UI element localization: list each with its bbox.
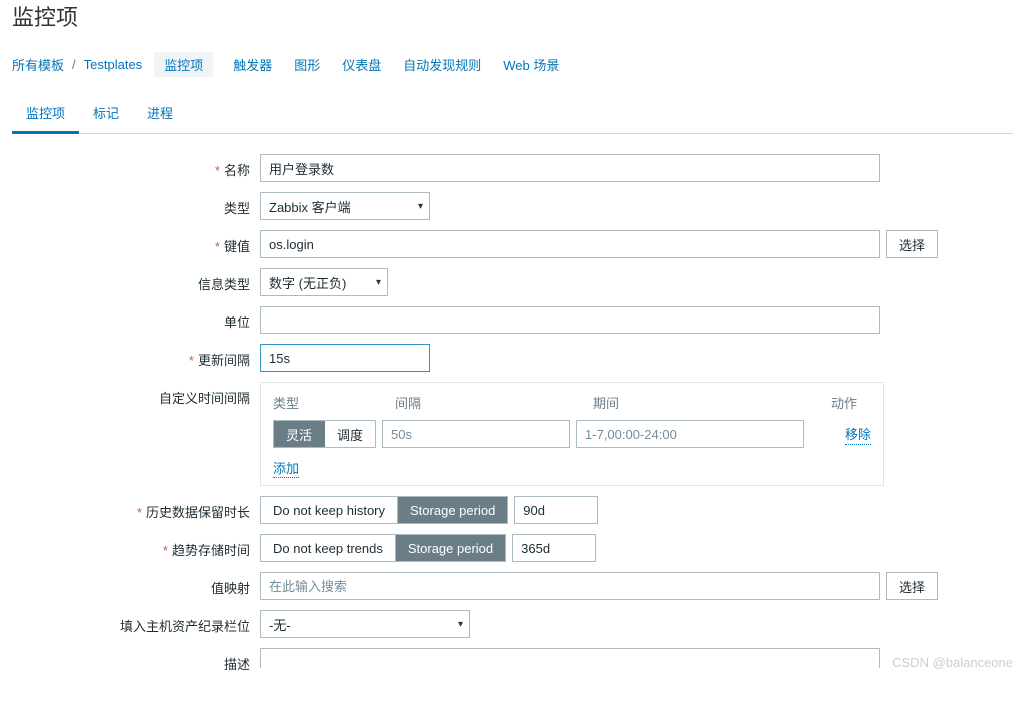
update-interval-input[interactable] (260, 344, 430, 372)
label-units: 单位 (12, 306, 260, 331)
trends-segment: Do not keep trends Storage period (260, 534, 506, 562)
label-name: *名称 (12, 154, 260, 179)
history-segment: Do not keep history Storage period (260, 496, 508, 524)
label-trends: *趋势存储时间 (12, 534, 260, 559)
history-value-input[interactable] (514, 496, 598, 524)
key-input[interactable] (260, 230, 880, 258)
breadcrumb-link-web[interactable]: Web 场景 (503, 55, 559, 74)
custom-head-interval: 间隔 (395, 393, 593, 412)
segment-flexible[interactable]: 灵活 (274, 421, 325, 447)
description-input[interactable] (260, 648, 880, 668)
breadcrumb-link-dashboards[interactable]: 仪表盘 (342, 55, 381, 74)
trends-value-input[interactable] (512, 534, 596, 562)
tabs: 监控项 标记 进程 (12, 95, 1013, 134)
label-history: *历史数据保留时长 (12, 496, 260, 521)
label-description: 描述 (12, 648, 260, 673)
label-info-type: 信息类型 (12, 268, 260, 293)
info-type-value: 数字 (无正负) (269, 273, 346, 292)
breadcrumb-link-discovery[interactable]: 自动发现规则 (403, 55, 481, 74)
custom-head-period: 期间 (593, 393, 831, 412)
segment-schedule[interactable]: 调度 (325, 421, 375, 447)
breadcrumb: 所有模板 / Testplates 监控项 触发器 图形 仪表盘 自动发现规则 … (12, 42, 1013, 91)
history-opt-none[interactable]: Do not keep history (261, 497, 398, 523)
name-input[interactable] (260, 154, 880, 182)
inventory-value: -无- (269, 615, 291, 634)
valuemap-select-button[interactable]: 选择 (886, 572, 938, 600)
breadcrumb-template[interactable]: Testplates (84, 57, 143, 72)
breadcrumb-current: 监控项 (154, 52, 213, 77)
custom-remove-link[interactable]: 移除 (845, 424, 871, 445)
page-title: 监控项 (12, 0, 1013, 42)
label-valuemap: 值映射 (12, 572, 260, 597)
interval-type-segment: 灵活 调度 (273, 420, 376, 448)
custom-period-input[interactable] (576, 420, 804, 448)
custom-add-link[interactable]: 添加 (273, 461, 299, 478)
label-inventory: 填入主机资产纪录栏位 (12, 610, 260, 635)
custom-intervals-box: 类型 间隔 期间 动作 灵活 调度 移除 添加 (260, 382, 884, 486)
trends-opt-none[interactable]: Do not keep trends (261, 535, 396, 561)
key-select-button[interactable]: 选择 (886, 230, 938, 258)
custom-head-type: 类型 (273, 393, 395, 412)
tab-tags[interactable]: 标记 (79, 95, 133, 134)
inventory-select[interactable]: -无- ▾ (260, 610, 470, 638)
chevron-down-icon: ▾ (376, 277, 381, 288)
label-custom-intervals: 自定义时间间隔 (12, 382, 260, 407)
custom-interval-input[interactable] (382, 420, 570, 448)
breadcrumb-separator: / (72, 57, 76, 72)
type-select-value: Zabbix 客户端 (269, 197, 351, 216)
breadcrumb-root[interactable]: 所有模板 (12, 55, 64, 74)
chevron-down-icon: ▾ (418, 201, 423, 212)
valuemap-input[interactable] (260, 572, 880, 600)
breadcrumb-link-graphs[interactable]: 图形 (294, 55, 320, 74)
trends-opt-storage[interactable]: Storage period (396, 535, 505, 561)
info-type-select[interactable]: 数字 (无正负) ▾ (260, 268, 388, 296)
history-opt-storage[interactable]: Storage period (398, 497, 507, 523)
units-input[interactable] (260, 306, 880, 334)
form: *名称 类型 Zabbix 客户端 ▾ *键值 选择 信息类型 数 (12, 134, 1013, 673)
label-key: *键值 (12, 230, 260, 255)
watermark: CSDN @balanceone (892, 655, 1013, 670)
breadcrumb-link-triggers[interactable]: 触发器 (233, 55, 272, 74)
chevron-down-icon: ▾ (458, 619, 463, 630)
tab-process[interactable]: 进程 (133, 95, 187, 134)
label-update-interval: *更新间隔 (12, 344, 260, 369)
label-type: 类型 (12, 192, 260, 217)
tab-items[interactable]: 监控项 (12, 95, 79, 134)
custom-head-action: 动作 (831, 393, 871, 412)
type-select[interactable]: Zabbix 客户端 ▾ (260, 192, 430, 220)
